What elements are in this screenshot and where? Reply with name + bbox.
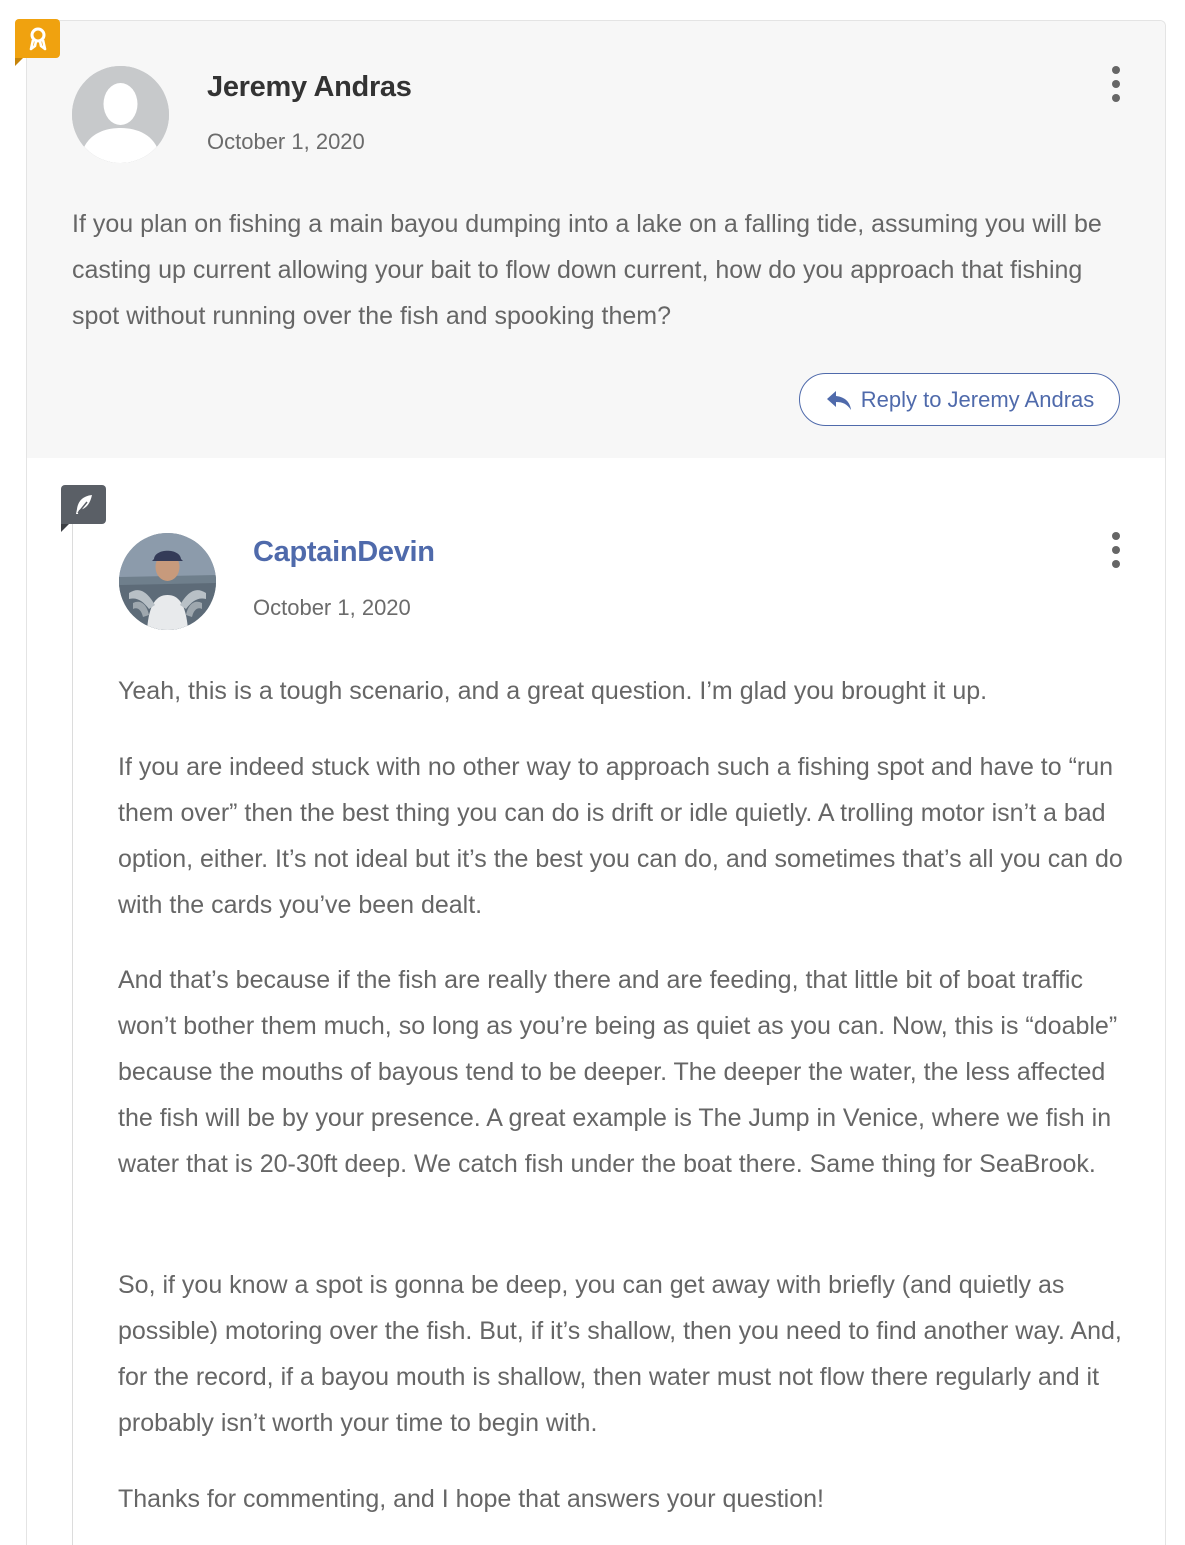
avatar[interactable] (72, 66, 169, 163)
author-badge (61, 485, 106, 532)
reply-paragraph: So, if you know a spot is gonna be deep,… (118, 1271, 1122, 1437)
reply-button[interactable]: Reply to Jeremy Andras (799, 373, 1120, 426)
feather-icon (75, 494, 92, 514)
reply-paragraph: Thanks for commenting, and I hope that a… (118, 1485, 824, 1513)
comment-author: Jeremy Andras (207, 71, 412, 103)
more-options-icon[interactable] (1109, 532, 1123, 568)
comment-text: If you plan on fishing a main bayou dump… (72, 210, 1102, 330)
reply-button-label: Reply to Jeremy Andras (860, 386, 1095, 412)
reply-paragraph: If you are indeed stuck with no other wa… (118, 753, 1123, 919)
comment-date[interactable]: October 1, 2020 (253, 595, 411, 621)
parent-comment: Jeremy Andras October 1, 2020 If you pla… (15, 19, 1165, 458)
thread-line (72, 516, 73, 1545)
reply-paragraph: And that’s because if the fish are reall… (118, 966, 1118, 1178)
comment-thread: Jeremy Andras October 1, 2020 If you pla… (15, 19, 1166, 1545)
user-photo (119, 533, 216, 630)
comment-author[interactable]: CaptainDevin (253, 536, 435, 569)
default-user-icon (72, 66, 169, 163)
comment-date[interactable]: October 1, 2020 (207, 129, 365, 155)
award-icon (29, 27, 46, 50)
reply-arrow-icon (826, 390, 851, 410)
avatar[interactable] (119, 533, 216, 630)
more-options-icon[interactable] (1109, 66, 1123, 102)
reply-paragraph: Yeah, this is a tough scenario, and a gr… (118, 677, 988, 705)
award-badge (15, 19, 60, 66)
